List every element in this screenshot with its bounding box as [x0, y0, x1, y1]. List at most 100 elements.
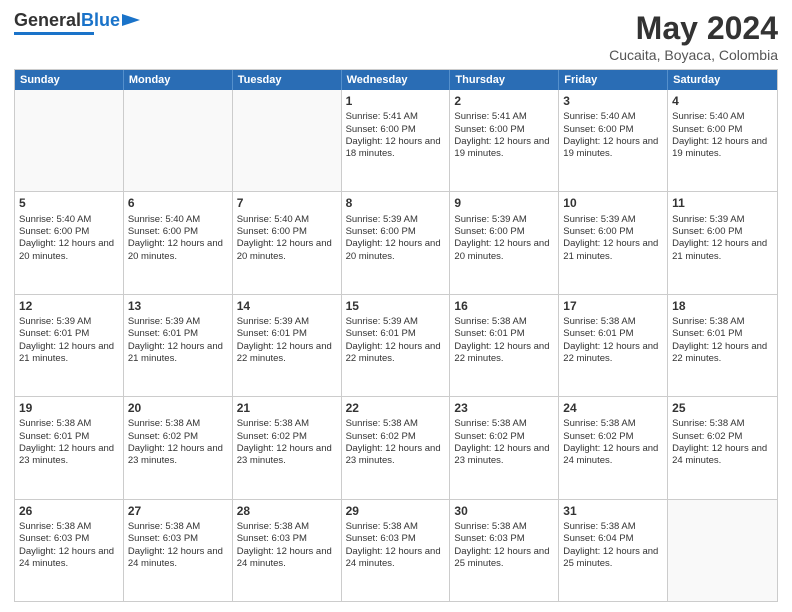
- day-number: 29: [346, 503, 446, 519]
- calendar: SundayMondayTuesdayWednesdayThursdayFrid…: [14, 69, 778, 602]
- day-cell-7: 7 Sunrise: 5:40 AM Sunset: 6:00 PM Daylig…: [233, 192, 342, 293]
- weekday-header-wednesday: Wednesday: [342, 70, 451, 90]
- cell-info: Sunrise: 5:38 AM Sunset: 6:02 PM Dayligh…: [454, 418, 554, 467]
- calendar-row-1: 5 Sunrise: 5:40 AM Sunset: 6:00 PM Daylig…: [15, 191, 777, 293]
- day-number: 31: [563, 503, 663, 519]
- day-cell-3: 3 Sunrise: 5:40 AM Sunset: 6:00 PM Daylig…: [559, 90, 668, 191]
- day-number: 21: [237, 400, 337, 416]
- empty-cell: [233, 90, 342, 191]
- day-number: 1: [346, 93, 446, 109]
- calendar-row-0: 1Sunrise: 5:41 AM Sunset: 6:00 PM Daylig…: [15, 90, 777, 191]
- day-number: 25: [672, 400, 773, 416]
- day-cell-14: 14 Sunrise: 5:39 AM Sunset: 6:01 PM Dayli…: [233, 295, 342, 396]
- calendar-row-2: 12 Sunrise: 5:39 AM Sunset: 6:01 PM Dayli…: [15, 294, 777, 396]
- cell-info: Sunrise: 5:38 AM Sunset: 6:03 PM Dayligh…: [454, 521, 554, 570]
- day-number: 2: [454, 93, 554, 109]
- day-number: 27: [128, 503, 228, 519]
- day-cell-25: 25 Sunrise: 5:38 AM Sunset: 6:02 PM Dayli…: [668, 397, 777, 498]
- day-cell-30: 30 Sunrise: 5:38 AM Sunset: 6:03 PM Dayli…: [450, 500, 559, 601]
- day-cell-26: 26 Sunrise: 5:38 AM Sunset: 6:03 PM Dayli…: [15, 500, 124, 601]
- day-cell-21: 21Sunrise: 5:38 AM Sunset: 6:02 PM Dayli…: [233, 397, 342, 498]
- cell-info: Sunrise: 5:38 AM Sunset: 6:03 PM Dayligh…: [19, 521, 119, 570]
- day-number: 11: [672, 195, 773, 211]
- cell-info: Sunrise: 5:40 AM Sunset: 6:00 PM Dayligh…: [563, 111, 663, 160]
- location-subtitle: Cucaita, Boyaca, Colombia: [609, 47, 778, 63]
- day-cell-17: 17Sunrise: 5:38 AM Sunset: 6:01 PM Dayli…: [559, 295, 668, 396]
- day-cell-2: 2Sunrise: 5:41 AM Sunset: 6:00 PM Daylig…: [450, 90, 559, 191]
- day-number: 28: [237, 503, 337, 519]
- empty-cell: [15, 90, 124, 191]
- day-number: 20: [128, 400, 228, 416]
- day-cell-11: 11Sunrise: 5:39 AM Sunset: 6:00 PM Dayli…: [668, 192, 777, 293]
- logo-blue-text: Blue: [81, 10, 120, 31]
- cell-info: Sunrise: 5:38 AM Sunset: 6:01 PM Dayligh…: [19, 418, 119, 467]
- cell-info: Sunrise: 5:38 AM Sunset: 6:02 PM Dayligh…: [128, 418, 228, 467]
- calendar-header: SundayMondayTuesdayWednesdayThursdayFrid…: [15, 70, 777, 90]
- cell-info: Sunrise: 5:38 AM Sunset: 6:03 PM Dayligh…: [128, 521, 228, 570]
- day-number: 26: [19, 503, 119, 519]
- day-cell-8: 8 Sunrise: 5:39 AM Sunset: 6:00 PM Daylig…: [342, 192, 451, 293]
- day-number: 8: [346, 195, 446, 211]
- day-cell-27: 27 Sunrise: 5:38 AM Sunset: 6:03 PM Dayli…: [124, 500, 233, 601]
- calendar-body: 1Sunrise: 5:41 AM Sunset: 6:00 PM Daylig…: [15, 90, 777, 601]
- day-number: 9: [454, 195, 554, 211]
- day-cell-29: 29Sunrise: 5:38 AM Sunset: 6:03 PM Dayli…: [342, 500, 451, 601]
- logo-general-text: General: [14, 10, 81, 31]
- empty-cell: [124, 90, 233, 191]
- month-title: May 2024: [609, 10, 778, 47]
- weekday-header-sunday: Sunday: [15, 70, 124, 90]
- cell-info: Sunrise: 5:39 AM Sunset: 6:01 PM Dayligh…: [128, 316, 228, 365]
- cell-info: Sunrise: 5:38 AM Sunset: 6:04 PM Dayligh…: [563, 521, 663, 570]
- day-cell-31: 31 Sunrise: 5:38 AM Sunset: 6:04 PM Dayli…: [559, 500, 668, 601]
- day-cell-28: 28Sunrise: 5:38 AM Sunset: 6:03 PM Dayli…: [233, 500, 342, 601]
- cell-info: Sunrise: 5:39 AM Sunset: 6:00 PM Dayligh…: [346, 214, 446, 263]
- cell-info: Sunrise: 5:38 AM Sunset: 6:02 PM Dayligh…: [672, 418, 773, 467]
- day-cell-6: 6 Sunrise: 5:40 AM Sunset: 6:00 PM Daylig…: [124, 192, 233, 293]
- day-number: 7: [237, 195, 337, 211]
- day-cell-15: 15Sunrise: 5:39 AM Sunset: 6:01 PM Dayli…: [342, 295, 451, 396]
- weekday-header-tuesday: Tuesday: [233, 70, 342, 90]
- cell-info: Sunrise: 5:38 AM Sunset: 6:01 PM Dayligh…: [563, 316, 663, 365]
- cell-info: Sunrise: 5:39 AM Sunset: 6:01 PM Dayligh…: [237, 316, 337, 365]
- day-cell-12: 12 Sunrise: 5:39 AM Sunset: 6:01 PM Dayli…: [15, 295, 124, 396]
- day-cell-16: 16 Sunrise: 5:38 AM Sunset: 6:01 PM Dayli…: [450, 295, 559, 396]
- day-cell-24: 24Sunrise: 5:38 AM Sunset: 6:02 PM Dayli…: [559, 397, 668, 498]
- logo: General Blue: [14, 10, 140, 35]
- title-block: May 2024 Cucaita, Boyaca, Colombia: [609, 10, 778, 63]
- day-number: 5: [19, 195, 119, 211]
- cell-info: Sunrise: 5:38 AM Sunset: 6:01 PM Dayligh…: [454, 316, 554, 365]
- day-number: 22: [346, 400, 446, 416]
- logo-arrow-icon: [122, 12, 140, 28]
- day-number: 12: [19, 298, 119, 314]
- cell-info: Sunrise: 5:40 AM Sunset: 6:00 PM Dayligh…: [237, 214, 337, 263]
- day-number: 4: [672, 93, 773, 109]
- calendar-row-4: 26 Sunrise: 5:38 AM Sunset: 6:03 PM Dayli…: [15, 499, 777, 601]
- day-cell-5: 5Sunrise: 5:40 AM Sunset: 6:00 PM Daylig…: [15, 192, 124, 293]
- day-cell-22: 22 Sunrise: 5:38 AM Sunset: 6:02 PM Dayli…: [342, 397, 451, 498]
- cell-info: Sunrise: 5:40 AM Sunset: 6:00 PM Dayligh…: [128, 214, 228, 263]
- day-number: 3: [563, 93, 663, 109]
- page: General Blue May 2024 Cucaita, Boyaca, C…: [0, 0, 792, 612]
- weekday-header-thursday: Thursday: [450, 70, 559, 90]
- weekday-header-monday: Monday: [124, 70, 233, 90]
- day-number: 30: [454, 503, 554, 519]
- day-cell-4: 4 Sunrise: 5:40 AM Sunset: 6:00 PM Daylig…: [668, 90, 777, 191]
- day-number: 10: [563, 195, 663, 211]
- empty-cell: [668, 500, 777, 601]
- header: General Blue May 2024 Cucaita, Boyaca, C…: [14, 10, 778, 63]
- day-cell-19: 19 Sunrise: 5:38 AM Sunset: 6:01 PM Dayli…: [15, 397, 124, 498]
- cell-info: Sunrise: 5:39 AM Sunset: 6:01 PM Dayligh…: [346, 316, 446, 365]
- cell-info: Sunrise: 5:39 AM Sunset: 6:01 PM Dayligh…: [19, 316, 119, 365]
- day-cell-10: 10 Sunrise: 5:39 AM Sunset: 6:00 PM Dayli…: [559, 192, 668, 293]
- cell-info: Sunrise: 5:38 AM Sunset: 6:01 PM Dayligh…: [672, 316, 773, 365]
- day-number: 19: [19, 400, 119, 416]
- day-number: 6: [128, 195, 228, 211]
- day-number: 16: [454, 298, 554, 314]
- cell-info: Sunrise: 5:38 AM Sunset: 6:02 PM Dayligh…: [346, 418, 446, 467]
- day-number: 14: [237, 298, 337, 314]
- day-number: 23: [454, 400, 554, 416]
- weekday-header-friday: Friday: [559, 70, 668, 90]
- day-number: 24: [563, 400, 663, 416]
- cell-info: Sunrise: 5:40 AM Sunset: 6:00 PM Dayligh…: [672, 111, 773, 160]
- cell-info: Sunrise: 5:39 AM Sunset: 6:00 PM Dayligh…: [563, 214, 663, 263]
